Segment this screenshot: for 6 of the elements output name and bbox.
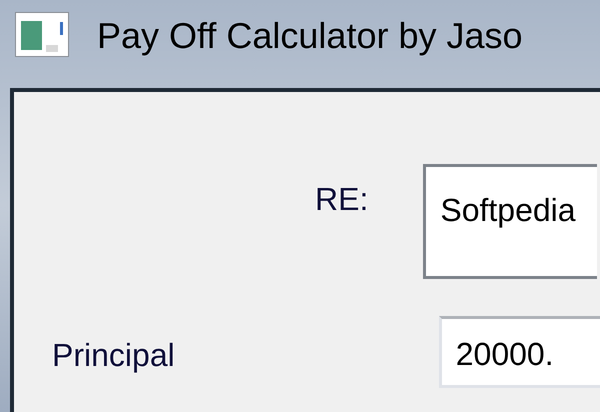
principal-label: Principal — [52, 336, 175, 374]
principal-field[interactable]: 20000. — [438, 316, 600, 388]
app-icon — [15, 12, 69, 57]
re-label: RE: — [315, 180, 368, 218]
re-field[interactable]: Softpedia — [423, 164, 598, 279]
window-title: Pay Off Calculator by Jaso — [97, 14, 523, 58]
